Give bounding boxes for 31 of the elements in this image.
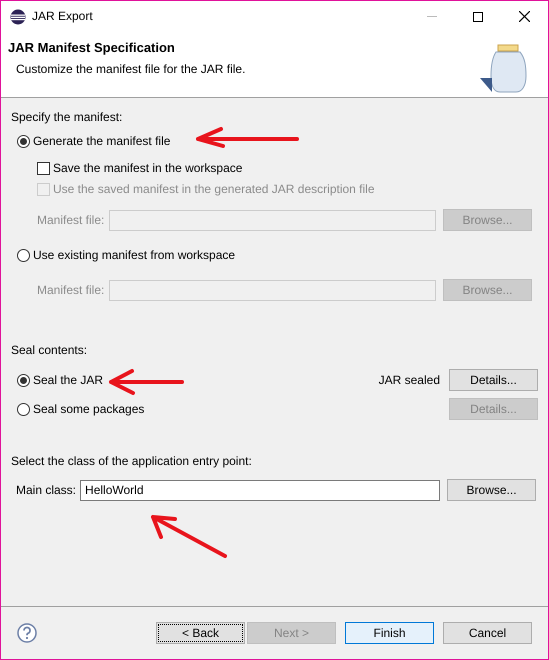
page-title: JAR Manifest Specification: [8, 40, 176, 55]
radio-button[interactable]: [17, 135, 30, 148]
checkbox[interactable]: [37, 162, 50, 175]
maximize-icon[interactable]: [473, 12, 483, 22]
browse-button[interactable]: Browse...: [447, 479, 536, 501]
section-heading: Select the class of the application entry point:: [11, 454, 253, 469]
field-label: Manifest file:: [37, 282, 106, 298]
radio-label: Use existing manifest from workspace: [33, 248, 236, 263]
radio-button[interactable]: [17, 249, 30, 262]
status-label: JAR sealed: [378, 372, 440, 388]
radio-label: Seal the JAR: [33, 372, 104, 388]
app-icon: [10, 8, 26, 24]
page-description: Customize the manifest file for the JAR file.: [16, 62, 246, 77]
wizard-button[interactable]: < Back: [156, 622, 245, 644]
field-label: Main class:: [16, 482, 76, 498]
section-heading: Seal contents:: [11, 343, 88, 358]
window-title: JAR Export: [32, 9, 93, 24]
checkbox-label: Use the saved manifest in the generated JAR description file: [53, 182, 375, 197]
radio-label: Seal some packages: [33, 402, 144, 416]
details-button[interactable]: Details...: [449, 369, 538, 391]
help-icon[interactable]: [17, 623, 37, 643]
main-class-field[interactable]: HelloWorld: [80, 480, 440, 500]
section-heading: Specify the manifest:: [11, 110, 124, 125]
radio-button[interactable]: [17, 374, 30, 386]
wizard-button[interactable]: Cancel: [443, 622, 532, 644]
radio-label: Generate the manifest file: [33, 134, 170, 149]
close-icon[interactable]: [519, 11, 530, 22]
radio-button[interactable]: [17, 402, 30, 416]
field-label: Manifest file:: [37, 212, 106, 228]
checkbox-label: Save the manifest in the workspace: [53, 161, 242, 176]
wizard-button[interactable]: Finish: [345, 622, 434, 644]
